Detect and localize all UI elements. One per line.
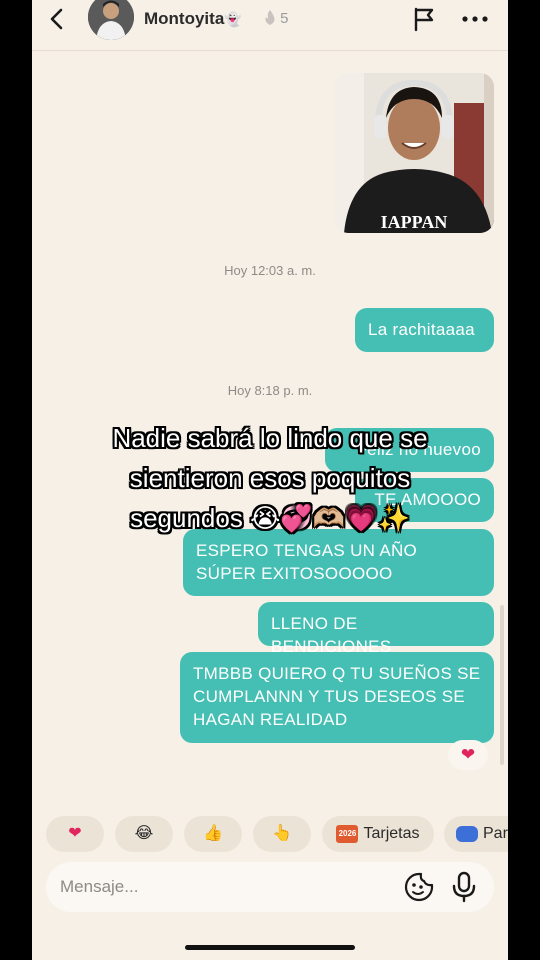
gamepad-icon (456, 825, 478, 842)
sticker-icon[interactable] (404, 872, 434, 902)
scrollbar[interactable] (500, 605, 504, 765)
ghost-emoji: 👻 (224, 11, 242, 27)
username-text: Montoyita (144, 9, 225, 28)
microphone-icon[interactable] (451, 871, 477, 903)
more-options-icon[interactable] (460, 6, 490, 32)
streak-indicator: 5 (264, 10, 289, 27)
calendar-icon: 2026 (336, 824, 359, 843)
quick-thumbs-up-button[interactable]: 👍 (184, 816, 242, 852)
avatar[interactable] (88, 0, 134, 40)
message-input[interactable] (60, 874, 380, 900)
games-button[interactable]: Par (444, 816, 508, 852)
chat-username[interactable]: Montoyita👻 (144, 9, 242, 29)
quick-point-button[interactable]: 👆 (253, 816, 311, 852)
message-bubble[interactable]: LLENO DE BENDICIONES (258, 602, 494, 656)
photo-message[interactable]: IAPPAN (334, 73, 494, 233)
chat-header: Montoyita👻 5 (32, 0, 508, 44)
games-label: Par (483, 825, 508, 842)
quick-laugh-button[interactable]: 😂 (115, 816, 173, 852)
flag-icon[interactable] (412, 6, 438, 32)
message-input-bar (46, 862, 494, 912)
message-bubble[interactable]: TMBBB QUIERO Q TU SUEÑOS SE CUMPLANNN Y … (180, 652, 494, 743)
cards-label: Tarjetas (363, 825, 420, 842)
home-indicator (185, 945, 355, 950)
streak-count: 5 (280, 10, 289, 27)
header-divider (32, 50, 508, 51)
svg-text:IAPPAN: IAPPAN (381, 212, 448, 232)
timestamp: Hoy 8:18 p. m. (227, 383, 313, 398)
quick-heart-button[interactable]: ❤ (46, 816, 104, 852)
cards-button[interactable]: 2026 Tarjetas (322, 816, 434, 852)
back-arrow-icon[interactable] (46, 6, 68, 32)
message-bubble[interactable]: ESPERO TENGAS UN AÑO SÚPER EXITOSOOOOO (183, 529, 494, 596)
fire-icon (265, 10, 275, 25)
caption-line: segundos 😭💞🫶🏼💗✨ (130, 503, 410, 533)
caption-line: Nadie sabrá lo lindo que se (112, 423, 428, 453)
timestamp: Hoy 12:03 a. m. (224, 263, 316, 278)
caption-line: sientieron esos poquitos (129, 463, 411, 493)
message-bubble[interactable]: La rachitaaaa (355, 308, 494, 352)
heart-reaction[interactable]: ❤ (448, 740, 488, 770)
overlay-caption: Nadie sabrá lo lindo que se sientieron e… (0, 418, 540, 538)
